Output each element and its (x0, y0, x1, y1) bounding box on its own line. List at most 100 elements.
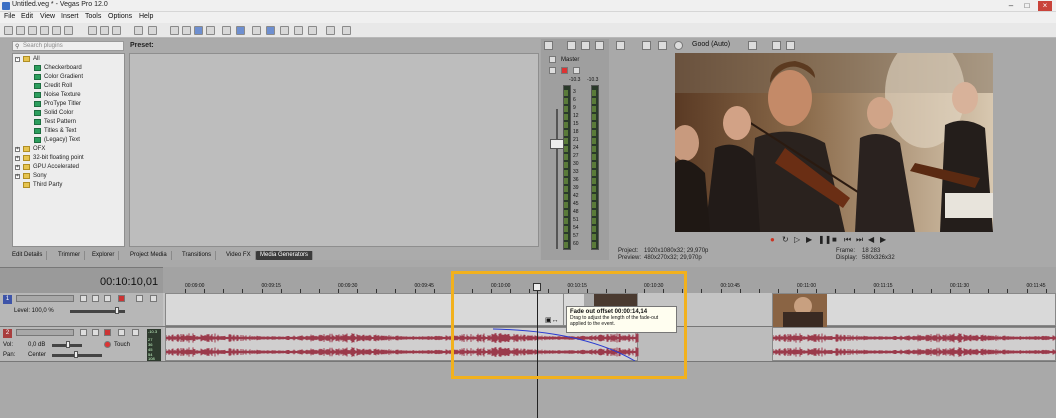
tab-transitions[interactable]: Transitions (178, 251, 217, 260)
media-icon[interactable] (64, 26, 73, 35)
master-solo-icon[interactable] (573, 67, 580, 74)
preset-area[interactable] (129, 53, 539, 247)
track-fx-icon[interactable] (92, 295, 99, 302)
preview-quality-dropdown[interactable]: Good (Auto) (692, 41, 730, 48)
go-to-start-icon[interactable]: ⏮ (844, 235, 851, 245)
tab-media-generators[interactable]: Media Generators (256, 251, 314, 260)
expand-icon[interactable]: + (15, 165, 20, 170)
expand-icon[interactable]: + (15, 174, 20, 179)
menu-insert[interactable]: Insert (61, 13, 79, 20)
auto-crossfade-icon[interactable] (280, 26, 289, 35)
previous-frame-icon[interactable]: ◀ (868, 235, 874, 244)
quantize-icon[interactable] (308, 26, 317, 35)
tree-item-third-party[interactable]: Third Party (33, 182, 62, 188)
ignore-grouping-icon[interactable] (266, 26, 275, 35)
tab-edit-details[interactable]: Edit Details (8, 251, 48, 260)
maximize-icon[interactable]: □ (1020, 1, 1034, 11)
tab-explorer[interactable]: Explorer (88, 251, 120, 260)
master-record-icon[interactable] (561, 67, 568, 74)
tree-item-titles-text[interactable]: Titles & Text (44, 128, 76, 134)
stop-icon[interactable]: ■ (832, 235, 837, 244)
loop-playback-icon[interactable]: ↻ (782, 235, 789, 244)
paste-icon[interactable] (112, 26, 121, 35)
menu-tools[interactable]: Tools (85, 13, 101, 20)
tab-video-fx[interactable]: Video FX (222, 251, 256, 260)
tree-item-protype-titler[interactable]: ProType Titler (44, 101, 81, 107)
copy-snapshot-icon[interactable] (772, 41, 781, 50)
expand-icon[interactable]: + (15, 147, 20, 152)
tree-item-solid-color[interactable]: Solid Color (44, 110, 73, 116)
play-from-start-icon[interactable]: ▷ (794, 235, 800, 244)
edit-tool-icon[interactable] (170, 26, 179, 35)
master-dim-icon[interactable] (595, 41, 604, 50)
selection-tool-icon[interactable] (194, 26, 203, 35)
lock-envelopes-icon[interactable] (252, 26, 261, 35)
video-level-knob[interactable] (115, 307, 119, 314)
track-settings-icon[interactable] (118, 295, 125, 302)
volume-knob[interactable] (66, 341, 70, 348)
tree-item-all[interactable]: All (33, 56, 40, 62)
tree-item-sony[interactable]: Sony (33, 173, 47, 179)
menu-view[interactable]: View (40, 13, 55, 20)
solo-icon[interactable] (132, 329, 139, 336)
auto-ripple-icon[interactable] (236, 26, 245, 35)
next-frame-icon[interactable]: ▶ (880, 235, 886, 244)
close-icon[interactable]: × (1038, 1, 1052, 11)
play-icon[interactable]: ▶ (806, 235, 812, 244)
zoom-tool-icon[interactable] (206, 26, 215, 35)
properties-icon[interactable] (40, 26, 49, 35)
project-settings-icon[interactable] (616, 41, 625, 50)
composite-mode-icon[interactable] (104, 295, 111, 302)
record-icon[interactable]: ● (770, 235, 775, 244)
tree-item-ofx[interactable]: OFX (33, 146, 45, 152)
pause-icon[interactable]: ❚❚ (818, 235, 831, 244)
tab-project-media[interactable]: Project Media (126, 251, 172, 260)
menu-edit[interactable]: Edit (21, 13, 33, 20)
new-icon[interactable] (4, 26, 13, 35)
go-to-end-icon[interactable]: ⏭ (856, 235, 863, 245)
copy-icon[interactable] (100, 26, 109, 35)
track-name-field[interactable] (16, 329, 74, 336)
help-icon[interactable] (342, 26, 351, 35)
arm-record-icon[interactable] (104, 329, 111, 336)
fx-icon[interactable] (658, 41, 667, 50)
mute-icon[interactable] (118, 329, 125, 336)
video-event[interactable] (772, 293, 1056, 327)
online-icon[interactable] (326, 26, 335, 35)
tree-item-credit-roll[interactable]: Credit Roll (44, 83, 72, 89)
automation-icon[interactable] (104, 341, 111, 348)
render-icon[interactable] (52, 26, 61, 35)
undo-icon[interactable] (134, 26, 143, 35)
menu-options[interactable]: Options (108, 13, 132, 20)
solo-icon[interactable] (150, 295, 157, 302)
menu-help[interactable]: Help (139, 13, 153, 20)
tree-item-32bit[interactable]: 32-bit floating point (33, 155, 84, 161)
menu-file[interactable]: File (4, 13, 15, 20)
cut-icon[interactable] (88, 26, 97, 35)
tree-item-checkerboard[interactable]: Checkerboard (44, 65, 82, 71)
mute-icon[interactable] (136, 295, 143, 302)
motion-blur-icon[interactable] (80, 295, 87, 302)
collapse-icon[interactable]: - (15, 57, 20, 62)
tree-item-test-pattern[interactable]: Test Pattern (44, 119, 76, 125)
search-input[interactable]: ⚲ Search plugins (12, 41, 124, 51)
tab-trimmer[interactable]: Trimmer (54, 251, 86, 260)
master-fx-small-icon[interactable] (549, 67, 556, 74)
save-icon[interactable] (28, 26, 37, 35)
open-icon[interactable] (16, 26, 25, 35)
split-screen-icon[interactable] (674, 41, 683, 50)
overlays-icon[interactable] (748, 41, 757, 50)
track-fx-icon[interactable] (92, 329, 99, 336)
envelope-tool-icon[interactable] (182, 26, 191, 35)
tree-item-legacy-text[interactable]: (Legacy) Text (44, 137, 80, 143)
expand-icon[interactable]: + (15, 156, 20, 161)
tree-item-color-gradient[interactable]: Color Gradient (44, 74, 83, 80)
master-fader[interactable] (550, 139, 564, 149)
mixer-settings-icon[interactable] (544, 41, 553, 50)
tree-item-gpu-accelerated[interactable]: GPU Accelerated (33, 164, 79, 170)
enable-snapping-icon[interactable] (294, 26, 303, 35)
external-monitor-icon[interactable] (642, 41, 651, 50)
track-name-field[interactable] (16, 295, 74, 302)
minimize-icon[interactable]: – (1004, 1, 1018, 11)
master-fx-icon[interactable] (567, 41, 576, 50)
